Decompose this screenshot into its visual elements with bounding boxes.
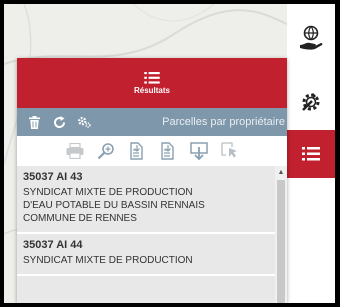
- actions-bar: [17, 136, 287, 166]
- list-scrollbar[interactable]: ▲: [275, 166, 287, 303]
- results-mode-label: Parcelles par propriétaire: [162, 116, 285, 128]
- list-icon: [302, 147, 320, 161]
- list-icon: [144, 71, 160, 84]
- list-item[interactable]: 35037 AI 43 SYNDICAT MIXTE DE PRODUCTION…: [17, 166, 275, 234]
- export-csv-icon[interactable]: [159, 142, 177, 160]
- scroll-up-arrow-icon[interactable]: ▲: [275, 166, 287, 178]
- gear-icon: [302, 93, 320, 111]
- owner-line: COMMUNE DE RENNES: [23, 213, 137, 224]
- results-list[interactable]: 35037 AI 43 SYNDICAT MIXTE DE PRODUCTION…: [17, 166, 287, 303]
- zoom-to-icon[interactable]: [97, 142, 115, 160]
- results-panel: Résultats Parcelles par propriétaire 350…: [17, 58, 287, 303]
- parcel-reference: 35037 AI 43: [23, 171, 83, 183]
- results-toolbar: Parcelles par propriétaire: [17, 108, 287, 136]
- owner-line: SYNDICAT MIXTE DE PRODUCTION: [23, 187, 193, 198]
- owner-line: D'EAU POTABLE DU BASSIN RENNAIS: [23, 200, 205, 211]
- settings-icon[interactable]: [77, 115, 91, 129]
- panel-title: Résultats: [133, 85, 170, 95]
- parcel-reference: 35037 AI 44: [23, 239, 83, 251]
- tools-button[interactable]: [287, 78, 335, 126]
- results-panel-header: Résultats: [17, 58, 287, 108]
- select-icon[interactable]: [220, 142, 239, 160]
- trash-icon[interactable]: [27, 115, 41, 129]
- download-icon[interactable]: [189, 142, 208, 160]
- list-item[interactable]: 35037 AI 44 SYNDICAT MIXTE DE PRODUCTION: [17, 234, 275, 276]
- side-rail: [287, 4, 335, 303]
- map-services-button[interactable]: [287, 14, 335, 62]
- owner-line: SYNDICAT MIXTE DE PRODUCTION: [23, 255, 193, 266]
- results-button[interactable]: [287, 130, 335, 178]
- scrollbar-thumb[interactable]: [277, 180, 285, 303]
- print-icon[interactable]: [66, 142, 84, 160]
- export-csv-icon[interactable]: [128, 142, 146, 160]
- globe-hand-icon: [300, 25, 323, 50]
- refresh-icon[interactable]: [52, 115, 66, 129]
